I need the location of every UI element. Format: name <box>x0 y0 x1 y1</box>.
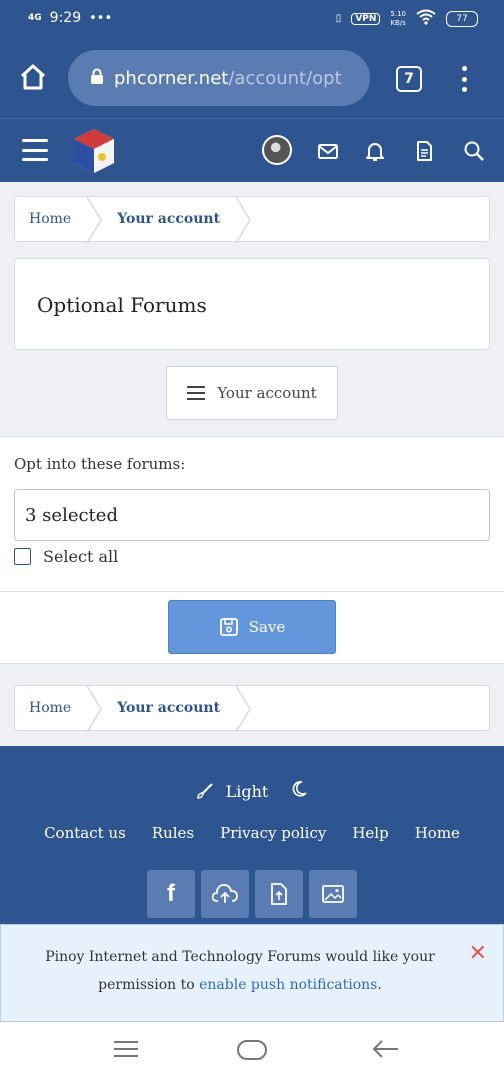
home-nav-icon[interactable] <box>236 1038 268 1066</box>
document-icon[interactable] <box>412 139 436 163</box>
vibrate-icon: ▯ <box>335 13 342 24</box>
mail-icon[interactable] <box>316 139 340 163</box>
status-dots: ••• <box>89 10 113 26</box>
search-icon[interactable] <box>462 139 486 163</box>
browser-home-button[interactable] <box>18 62 48 92</box>
breadcrumb-home[interactable]: Home <box>15 197 85 241</box>
status-bar: 4G 9:29 ••• ▯ VPN 5.10 KB/s 77 <box>0 0 504 38</box>
back-icon[interactable] <box>370 1038 400 1064</box>
save-icon <box>219 618 238 636</box>
breadcrumb-current[interactable]: Your account <box>103 197 234 241</box>
breadcrumb-separator <box>235 686 251 732</box>
site-logo[interactable] <box>70 127 118 175</box>
breadcrumb-current[interactable]: Your account <box>103 686 234 730</box>
image-icon[interactable] <box>309 870 357 918</box>
facebook-icon[interactable]: f <box>147 870 195 918</box>
dark-theme-toggle[interactable] <box>290 780 308 802</box>
file-upload-icon[interactable] <box>255 870 303 918</box>
light-theme-toggle[interactable]: Light <box>196 781 269 801</box>
site-footer: Light Contact us Rules Privacy policy He… <box>0 746 504 926</box>
breadcrumb-separator <box>86 197 103 243</box>
enable-push-link[interactable]: enable push notifications <box>199 977 377 993</box>
speed-indicator: 5.10 KB/s <box>390 9 406 27</box>
forums-select[interactable]: 3 selected <box>14 489 490 541</box>
form-label: Opt into these forums: <box>14 455 186 473</box>
light-theme-label: Light <box>225 781 269 801</box>
push-notification-notice: Pinoy Internet and Technology Forums wou… <box>0 924 504 1022</box>
address-bar[interactable]: phcorner.net /account/opt <box>68 50 370 106</box>
footer-link-privacy[interactable]: Privacy policy <box>220 824 326 842</box>
lock-icon <box>90 68 104 89</box>
upload-cloud-icon[interactable] <box>201 870 249 918</box>
user-avatar[interactable] <box>262 135 292 165</box>
form-actions: Save <box>0 592 504 664</box>
wifi-icon <box>416 9 436 28</box>
your-account-label: Your account <box>217 384 317 402</box>
footer-link-rules[interactable]: Rules <box>152 824 194 842</box>
optional-forums-form: Opt into these forums: 3 selected Select… <box>0 436 504 592</box>
close-icon[interactable]: ✕ <box>469 941 487 966</box>
breadcrumb-home[interactable]: Home <box>15 686 85 730</box>
footer-social: f <box>0 870 504 918</box>
battery-icon: 77 <box>446 10 478 27</box>
site-header <box>0 118 504 182</box>
browser-menu-button[interactable] <box>456 66 472 92</box>
footer-link-help[interactable]: Help <box>352 824 388 842</box>
url-path: /account/opt <box>228 67 342 89</box>
footer-links: Contact us Rules Privacy policy Help Hom… <box>0 824 504 842</box>
browser-toolbar: phcorner.net /account/opt 7 <box>0 38 504 118</box>
hamburger-menu-icon[interactable] <box>22 139 48 161</box>
url-host: phcorner.net <box>114 67 229 89</box>
tab-switcher-button[interactable]: 7 <box>396 66 422 92</box>
save-label: Save <box>248 618 286 636</box>
page-title: Optional Forums <box>37 293 207 317</box>
notice-end: . <box>377 977 382 993</box>
breadcrumb-bottom: Home Your account <box>14 685 490 732</box>
breadcrumb-separator <box>235 197 251 243</box>
network-indicator: 4G <box>28 13 42 23</box>
vpn-badge: VPN <box>351 12 381 25</box>
select-all-row[interactable]: Select all <box>14 547 118 566</box>
clock: 9:29 <box>49 10 82 26</box>
footer-link-home[interactable]: Home <box>415 824 460 842</box>
paintbrush-icon <box>196 783 213 799</box>
page-title-box: Optional Forums <box>14 258 490 350</box>
footer-link-contact[interactable]: Contact us <box>44 824 126 842</box>
moon-icon <box>292 781 307 797</box>
notice-text: Pinoy Internet and Technology Forums wou… <box>25 943 455 999</box>
breadcrumb-separator <box>86 686 103 732</box>
select-all-label: Select all <box>43 547 119 566</box>
save-button[interactable]: Save <box>168 600 336 654</box>
recent-apps-icon[interactable] <box>112 1038 140 1064</box>
system-nav-bar <box>0 1022 504 1080</box>
menu-lines-icon <box>187 386 206 400</box>
your-account-button[interactable]: Your account <box>166 366 338 420</box>
bell-icon[interactable] <box>363 139 387 163</box>
breadcrumb: Home Your account <box>14 196 490 243</box>
home-icon <box>20 64 46 90</box>
select-all-checkbox[interactable] <box>14 548 31 565</box>
